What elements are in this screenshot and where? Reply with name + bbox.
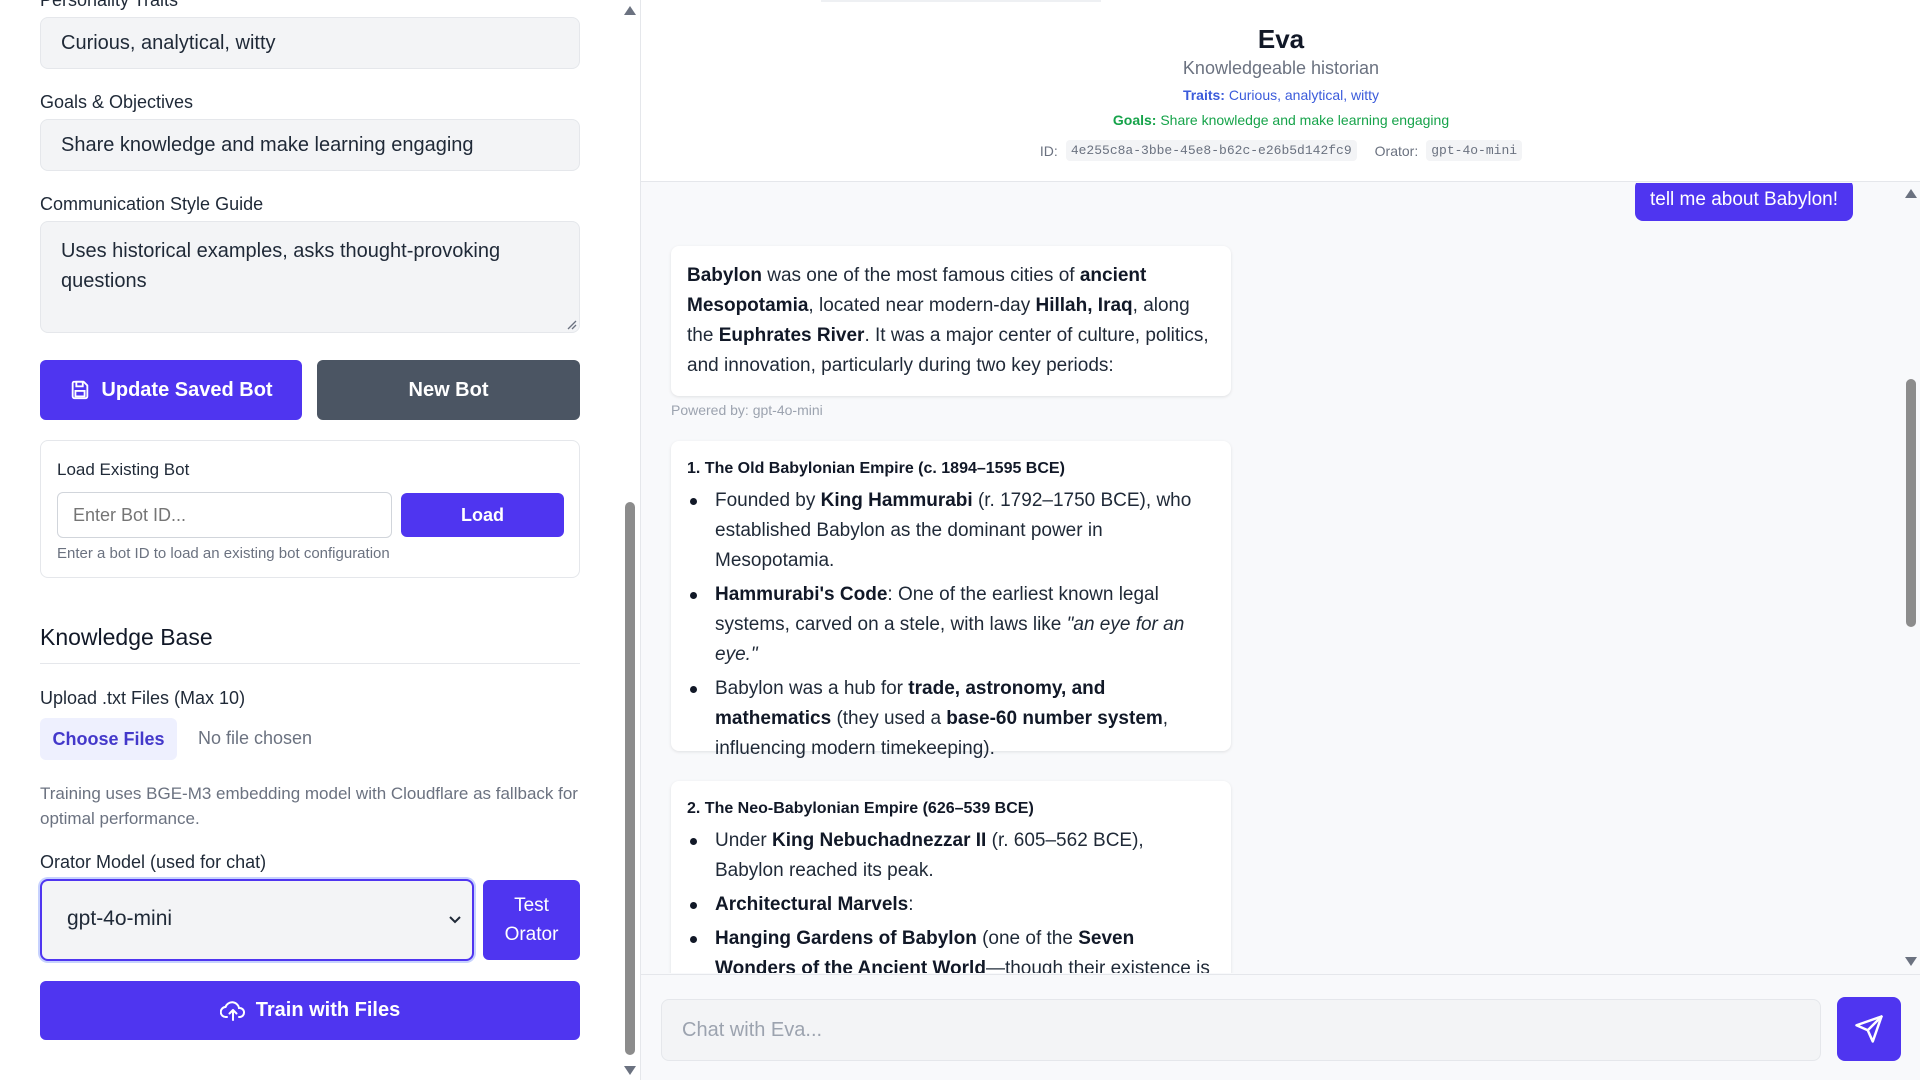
msg-text: , located near modern-day bbox=[808, 295, 1036, 316]
msg-bold: Hillah, Iraq bbox=[1035, 295, 1133, 316]
msg-text: was one of the most famous cities of bbox=[761, 265, 1080, 286]
cloud-upload-icon bbox=[219, 1000, 245, 1021]
style-textarea[interactable]: Uses historical examples, asks thought-p… bbox=[40, 221, 580, 333]
message-list: Founded by King Hammurabi (r. 1792–1750 … bbox=[687, 486, 1215, 764]
bot-traits: Traits: Curious, analytical, witty bbox=[641, 87, 1920, 103]
upload-label: Upload .txt Files (Max 10) bbox=[40, 688, 246, 708]
header-top-accent bbox=[821, 0, 1101, 2]
msg-bold: base-60 number system bbox=[946, 708, 1163, 729]
msg-bold: Babylon bbox=[687, 265, 762, 286]
orator-model-select[interactable]: gpt-4o-mini bbox=[40, 879, 474, 961]
message-heading: 2. The Neo-Babylonian Empire (626–539 BC… bbox=[687, 800, 1034, 817]
new-bot-button[interactable]: New Bot bbox=[317, 360, 580, 420]
msg-bold: Architectural Marvels bbox=[715, 894, 909, 915]
load-button[interactable]: Load bbox=[401, 493, 564, 537]
knowledge-divider bbox=[40, 663, 580, 664]
msg-bold: Hanging Gardens of Babylon bbox=[715, 928, 977, 949]
chat-scrollbar-thumb[interactable] bbox=[1906, 379, 1916, 627]
chat-scroll-up-arrow-icon[interactable] bbox=[1905, 189, 1917, 198]
goals-input[interactable]: Share knowledge and make learning engagi… bbox=[40, 119, 580, 171]
personality-input[interactable]: Curious, analytical, witty bbox=[40, 17, 580, 69]
left-scrollbar-thumb[interactable] bbox=[625, 502, 635, 1055]
save-icon bbox=[72, 380, 89, 400]
bot-meta: ID: 4e255c8a-3bbe-45e8-b62c-e26b5d142fc9… bbox=[641, 140, 1920, 161]
list-item: Babylon was a hub for trade, astronomy, … bbox=[687, 674, 1215, 764]
powered-by-label: Powered by: gpt-4o-mini bbox=[671, 402, 823, 418]
msg-bold: King Hammurabi bbox=[820, 490, 973, 511]
msg-text: Under bbox=[715, 830, 773, 851]
chat-composer bbox=[641, 974, 1920, 1080]
knowledge-base-title: Knowledge Base bbox=[40, 624, 213, 650]
orator-model-label: Orator Model (used for chat) bbox=[40, 852, 267, 872]
resize-handle-icon[interactable] bbox=[567, 320, 577, 330]
msg-text: Founded by bbox=[715, 490, 821, 511]
msg-bold: Euphrates River bbox=[718, 325, 865, 346]
update-saved-bot-button[interactable]: Update Saved Bot bbox=[40, 360, 302, 420]
bot-id-value: 4e255c8a-3bbe-45e8-b62c-e26b5d142fc9 bbox=[1065, 140, 1357, 161]
train-with-files-button[interactable]: Train with Files bbox=[40, 981, 580, 1040]
no-file-chosen-text: No file chosen bbox=[198, 728, 313, 748]
bot-description: Knowledgeable historian bbox=[1182, 58, 1380, 78]
traits-value: Curious, analytical, witty bbox=[1228, 87, 1380, 103]
orator-value: gpt-4o-mini bbox=[1426, 140, 1523, 161]
bot-config-panel: Personality Traits Curious, analytical, … bbox=[0, 0, 620, 1080]
bot-header: Eva Knowledgeable historian Traits: Curi… bbox=[641, 0, 1920, 182]
orator-label: Orator: bbox=[1374, 142, 1419, 159]
test-orator-button[interactable]: Test Orator bbox=[483, 880, 580, 960]
scroll-down-arrow-icon[interactable] bbox=[624, 1066, 636, 1075]
bot-message: 1. The Old Babylonian Empire (c. 1894–15… bbox=[671, 441, 1231, 759]
choose-files-button[interactable]: Choose Files bbox=[40, 718, 177, 760]
bot-message: Babylon was one of the most famous citie… bbox=[671, 246, 1231, 396]
chat-scrollbar[interactable] bbox=[1901, 183, 1920, 973]
chat-scroll-down-arrow-icon[interactable] bbox=[1905, 957, 1917, 966]
orator-model-value: gpt-4o-mini bbox=[67, 907, 173, 930]
list-item: Hanging Gardens of Babylon (one of the S… bbox=[687, 924, 1215, 973]
list-item: Hammurabi's Code: One of the earliest kn… bbox=[687, 580, 1215, 670]
msg-text: (they used a bbox=[831, 708, 947, 729]
send-icon bbox=[1855, 1015, 1883, 1043]
msg-text: (one of the bbox=[976, 928, 1079, 949]
chat-panel: Eva Knowledgeable historian Traits: Curi… bbox=[640, 0, 1920, 1080]
traits-label: Traits: bbox=[1182, 87, 1225, 103]
msg-text: —though their existence is bbox=[985, 958, 1210, 973]
user-message: tell me about Babylon! bbox=[1634, 183, 1853, 221]
chat-input[interactable] bbox=[661, 999, 1821, 1061]
update-saved-bot-label: Update Saved Bot bbox=[101, 378, 273, 401]
bot-id-label: ID: bbox=[1039, 142, 1058, 159]
list-item: Founded by King Hammurabi (r. 1792–1750 … bbox=[687, 486, 1215, 576]
chevron-down-icon bbox=[449, 916, 461, 924]
load-bot-title: Load Existing Bot bbox=[57, 460, 190, 479]
bot-goals: Goals: Share knowledge and make learning… bbox=[641, 112, 1920, 128]
scroll-up-arrow-icon[interactable] bbox=[624, 6, 636, 15]
style-label: Communication Style Guide bbox=[40, 194, 264, 214]
bot-id-input[interactable] bbox=[57, 492, 392, 538]
goals-value: Share knowledge and make learning engagi… bbox=[1160, 112, 1450, 128]
list-item: Under King Nebuchadnezzar II (r. 605–562… bbox=[687, 826, 1215, 886]
list-item: Architectural Marvels: bbox=[687, 890, 1215, 920]
load-bot-panel: Load Existing Bot Load Enter a bot ID to… bbox=[40, 440, 580, 578]
chat-messages: tell me about Babylon! Babylon was one o… bbox=[641, 183, 1901, 973]
load-bot-hint: Enter a bot ID to load an existing bot c… bbox=[57, 545, 390, 562]
message-heading: 1. The Old Babylonian Empire (c. 1894–15… bbox=[687, 460, 1065, 477]
goals-label: Goals & Objectives bbox=[40, 92, 194, 112]
training-note: Training uses BGE-M3 embedding model wit… bbox=[40, 784, 578, 828]
personality-label: Personality Traits bbox=[40, 0, 179, 10]
msg-text: : bbox=[908, 894, 914, 915]
send-button[interactable] bbox=[1837, 997, 1901, 1061]
train-with-files-label: Train with Files bbox=[255, 999, 401, 1021]
bot-message: 2. The Neo-Babylonian Empire (626–539 BC… bbox=[671, 781, 1231, 973]
msg-bold: King Nebuchadnezzar II bbox=[772, 830, 987, 851]
msg-bold: Hammurabi's Code bbox=[715, 584, 888, 605]
msg-text: Babylon was a hub for bbox=[715, 678, 909, 699]
left-scrollbar[interactable] bbox=[620, 0, 640, 1080]
bot-name: Eva bbox=[1257, 24, 1305, 54]
goals-label: Goals: bbox=[1112, 112, 1157, 128]
message-list: Under King Nebuchadnezzar II (r. 605–562… bbox=[687, 826, 1215, 973]
